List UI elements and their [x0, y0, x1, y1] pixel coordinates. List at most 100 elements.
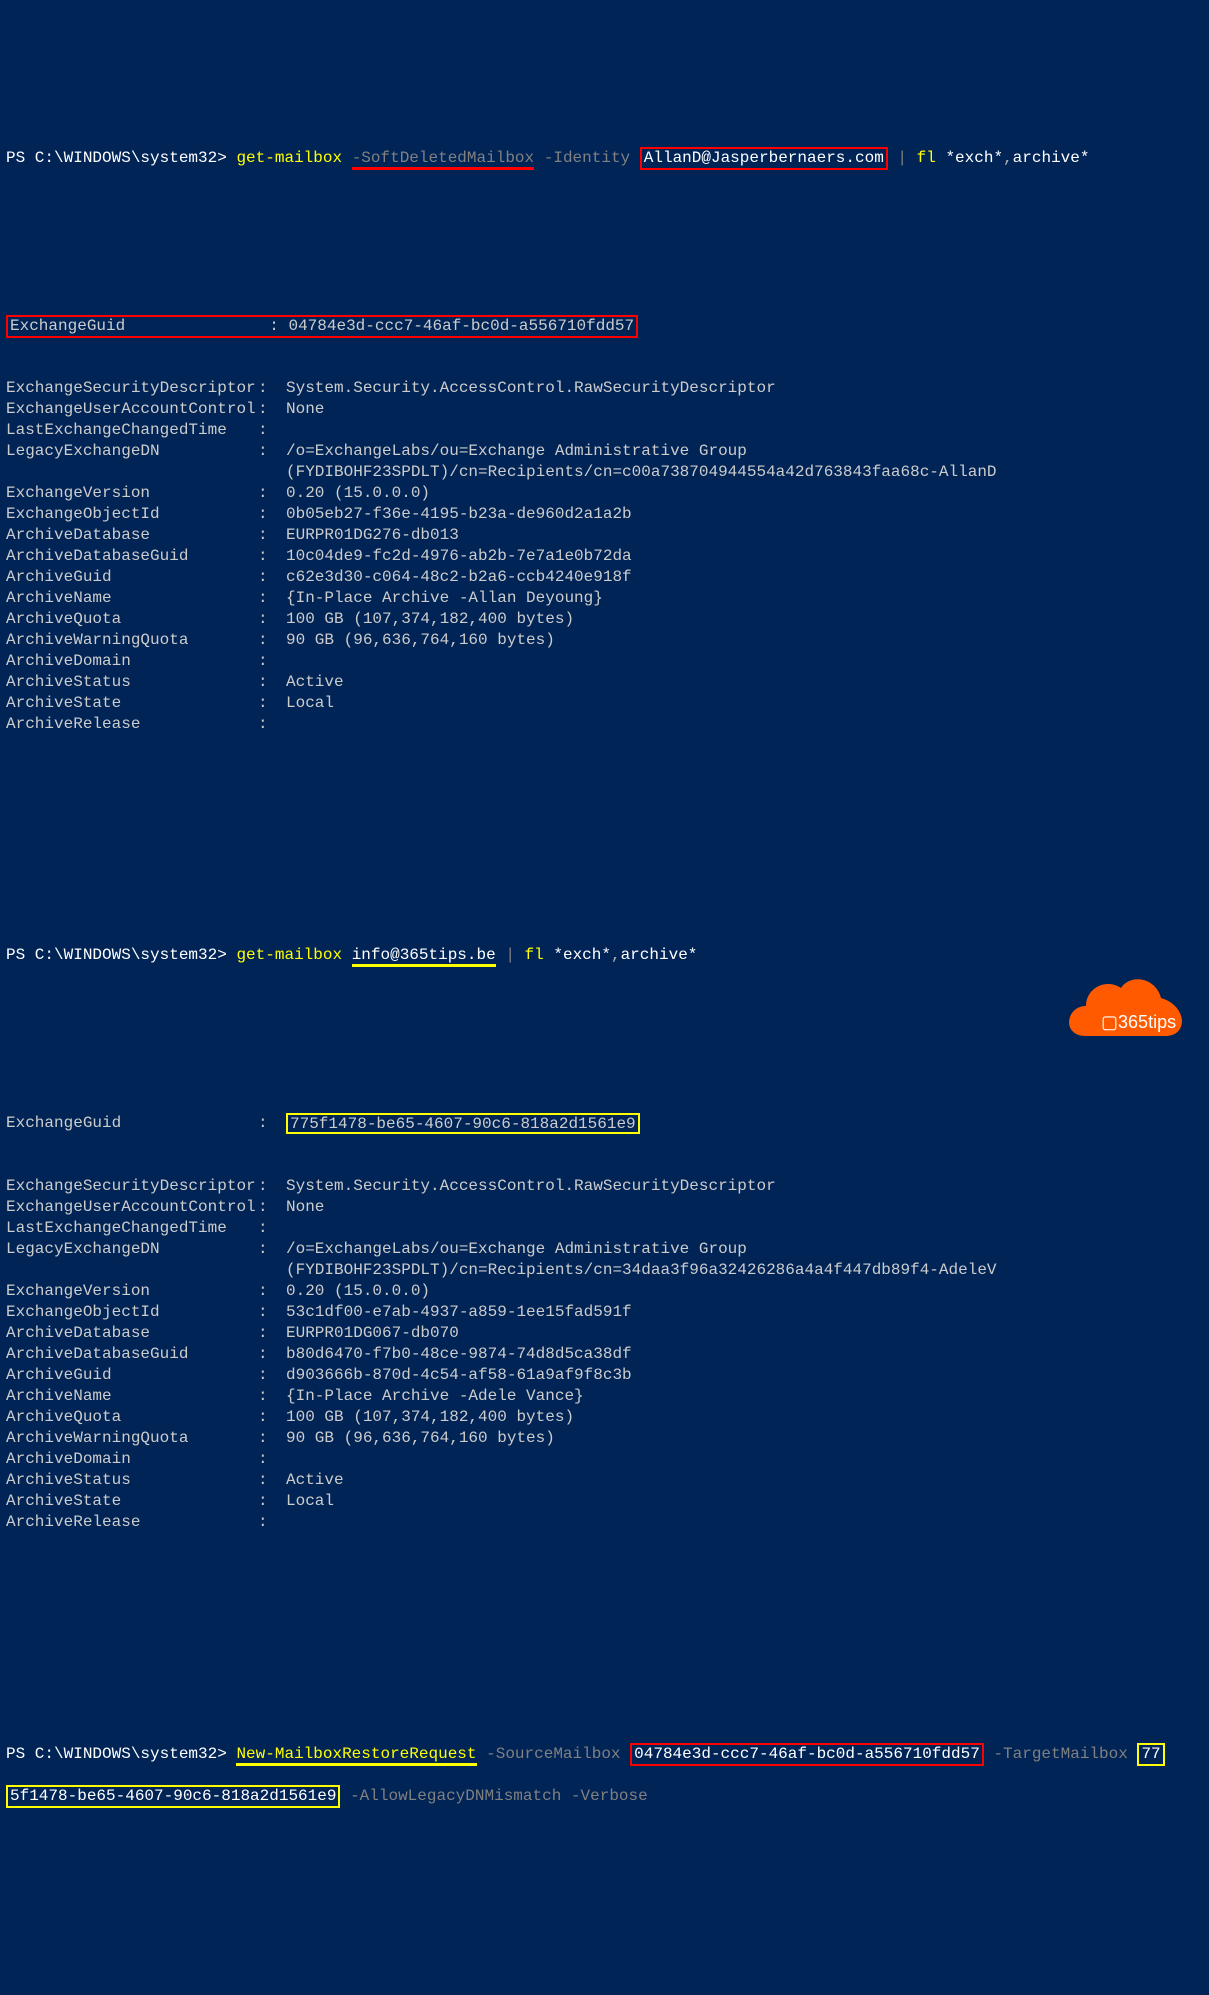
- kv-val: None: [286, 399, 324, 420]
- kv-key: [6, 462, 258, 483]
- kv-val: 90 GB (96,636,764,160 bytes): [286, 1428, 555, 1449]
- kv-row: ExchangeVersion:0.20 (15.0.0.0): [6, 483, 1203, 504]
- kv-key: ExchangeSecurityDescriptor: [6, 1176, 258, 1197]
- kv-row: ExchangeObjectId:53c1df00-e7ab-4937-a859…: [6, 1302, 1203, 1323]
- kv-colon: :: [258, 693, 286, 714]
- b1-guid-val: 04784e3d-ccc7-46af-bc0d-a556710fdd57: [288, 317, 634, 335]
- kv-key: ArchiveStatus: [6, 1470, 258, 1491]
- b1-guid-row: ExchangeGuid : 04784e3d-ccc7-46af-bc0d-a…: [6, 315, 1203, 336]
- kv-row: ArchiveDatabaseGuid:b80d6470-f7b0-48ce-9…: [6, 1344, 1203, 1365]
- kv-val: Active: [286, 672, 344, 693]
- b2-guid-key: ExchangeGuid: [6, 1113, 258, 1134]
- kv-row: ArchiveRelease:: [6, 1512, 1203, 1533]
- kv-colon: :: [258, 1512, 286, 1533]
- kv-row: LegacyExchangeDN:/o=ExchangeLabs/ou=Exch…: [6, 1239, 1203, 1260]
- kv-row: ArchiveWarningQuota:90 GB (96,636,764,16…: [6, 630, 1203, 651]
- cmd1-email: AllanD@Jasperbernaers.com: [640, 147, 888, 170]
- kv-val: 10c04de9-fc2d-4976-ab2b-7e7a1e0b72da: [286, 546, 632, 567]
- kv-colon: :: [258, 420, 286, 441]
- cmd1-line: PS C:\WINDOWS\system32> get-mailbox -Sof…: [6, 147, 1203, 168]
- kv-key: LegacyExchangeDN: [6, 1239, 258, 1260]
- cmd3-p2: -TargetMailbox: [993, 1745, 1127, 1763]
- kv-colon: :: [258, 378, 286, 399]
- kv-val: EURPR01DG067-db070: [286, 1323, 459, 1344]
- kv-key: [6, 1260, 258, 1281]
- kv-val: Local: [286, 1491, 334, 1512]
- pipe1: |: [897, 149, 907, 167]
- kv-row: ExchangeVersion:0.20 (15.0.0.0): [6, 1281, 1203, 1302]
- kv-row: ArchiveDomain:: [6, 1449, 1203, 1470]
- colon: :: [258, 1113, 286, 1134]
- kv-row: LastExchangeChangedTime:: [6, 1218, 1203, 1239]
- kv-colon: :: [258, 1302, 286, 1323]
- kv-colon: :: [258, 567, 286, 588]
- kv-key: ArchiveRelease: [6, 714, 258, 735]
- kv-row: ArchiveStatus:Active: [6, 1470, 1203, 1491]
- b1-fields: ExchangeSecurityDescriptor:System.Securi…: [6, 378, 1203, 735]
- kv-colon: :: [258, 525, 286, 546]
- kv-val: 0b05eb27-f36e-4195-b23a-de960d2a1a2b: [286, 504, 632, 525]
- kv-val: System.Security.AccessControl.RawSecurit…: [286, 378, 776, 399]
- kv-colon: :: [258, 1197, 286, 1218]
- kv-key: ArchiveQuota: [6, 609, 258, 630]
- kv-colon: :: [258, 483, 286, 504]
- kv-val: /o=ExchangeLabs/ou=Exchange Administrati…: [286, 441, 747, 462]
- kv-row: ArchiveQuota:100 GB (107,374,182,400 byt…: [6, 609, 1203, 630]
- kv-row: ArchiveStatus:Active: [6, 672, 1203, 693]
- cmd2-email: info@365tips.be: [352, 946, 496, 967]
- colon: :: [269, 317, 279, 335]
- kv-row: ArchiveQuota:100 GB (107,374,182,400 byt…: [6, 1407, 1203, 1428]
- kv-row: (FYDIBOHF23SPDLT)/cn=Recipients/cn=34daa…: [6, 1260, 1203, 1281]
- kv-key: LegacyExchangeDN: [6, 441, 258, 462]
- cmd1-comma: ,: [1003, 149, 1013, 167]
- kv-colon: :: [258, 399, 286, 420]
- kv-key: ArchiveGuid: [6, 567, 258, 588]
- kv-colon: :: [258, 1407, 286, 1428]
- kv-colon: :: [258, 1239, 286, 1260]
- cmd3-p3: -AllowLegacyDNMismatch: [350, 1787, 561, 1805]
- kv-val: {In-Place Archive -Allan Deyoung}: [286, 588, 603, 609]
- kv-row: ExchangeUserAccountControl:None: [6, 1197, 1203, 1218]
- cmd3-tgt-line2: 5f1478-be65-4607-90c6-818a2d1561e9: [6, 1785, 340, 1808]
- kv-row: ArchiveDatabase:EURPR01DG276-db013: [6, 525, 1203, 546]
- cmd3-cmd: New-MailboxRestoreRequest: [236, 1745, 476, 1766]
- kv-key: ArchiveState: [6, 693, 258, 714]
- kv-key: ArchiveWarningQuota: [6, 1428, 258, 1449]
- kv-colon: :: [258, 1428, 286, 1449]
- kv-row: ArchiveRelease:: [6, 714, 1203, 735]
- kv-val: Active: [286, 1470, 344, 1491]
- kv-colon: :: [258, 1218, 286, 1239]
- cmd1-fl: fl: [917, 149, 936, 167]
- kv-val: d903666b-870d-4c54-af58-61a9af9f8c3b: [286, 1365, 632, 1386]
- kv-colon: :: [258, 714, 286, 735]
- kv-row: ArchiveGuid:c62e3d30-c064-48c2-b2a6-ccb4…: [6, 567, 1203, 588]
- kv-key: ExchangeObjectId: [6, 1302, 258, 1323]
- kv-row: ArchiveDatabase:EURPR01DG067-db070: [6, 1323, 1203, 1344]
- prompt: PS C:\WINDOWS\system32>: [6, 1745, 227, 1763]
- kv-key: LastExchangeChangedTime: [6, 420, 258, 441]
- kv-key: ArchiveGuid: [6, 1365, 258, 1386]
- kv-colon: :: [258, 1365, 286, 1386]
- cmd1-flargs1: *exch*: [945, 149, 1003, 167]
- kv-val: 0.20 (15.0.0.0): [286, 483, 430, 504]
- kv-colon: :: [258, 1470, 286, 1491]
- kv-row: ArchiveState:Local: [6, 1491, 1203, 1512]
- terminal-screen[interactable]: PS C:\WINDOWS\system32> get-mailbox -Sof…: [6, 84, 1203, 1848]
- kv-key: ArchiveName: [6, 1386, 258, 1407]
- kv-val: EURPR01DG276-db013: [286, 525, 459, 546]
- pipe2: |: [505, 946, 515, 964]
- kv-val: 100 GB (107,374,182,400 bytes): [286, 1407, 574, 1428]
- kv-colon: :: [258, 630, 286, 651]
- kv-colon: :: [258, 504, 286, 525]
- kv-key: ArchiveDatabaseGuid: [6, 1344, 258, 1365]
- cmd1-flargs2: archive*: [1013, 149, 1090, 167]
- b2-guid-row: ExchangeGuid:775f1478-be65-4607-90c6-818…: [6, 1113, 1203, 1134]
- kv-key: ArchiveRelease: [6, 1512, 258, 1533]
- kv-val: (FYDIBOHF23SPDLT)/cn=Recipients/cn=c00a7…: [286, 462, 997, 483]
- prompt: PS C:\WINDOWS\system32>: [6, 149, 227, 167]
- kv-colon: [258, 462, 286, 483]
- kv-key: ArchiveState: [6, 1491, 258, 1512]
- kv-colon: [258, 1260, 286, 1281]
- cmd2-cmd: get-mailbox: [236, 946, 342, 964]
- cmd3-p1: -SourceMailbox: [486, 1745, 620, 1763]
